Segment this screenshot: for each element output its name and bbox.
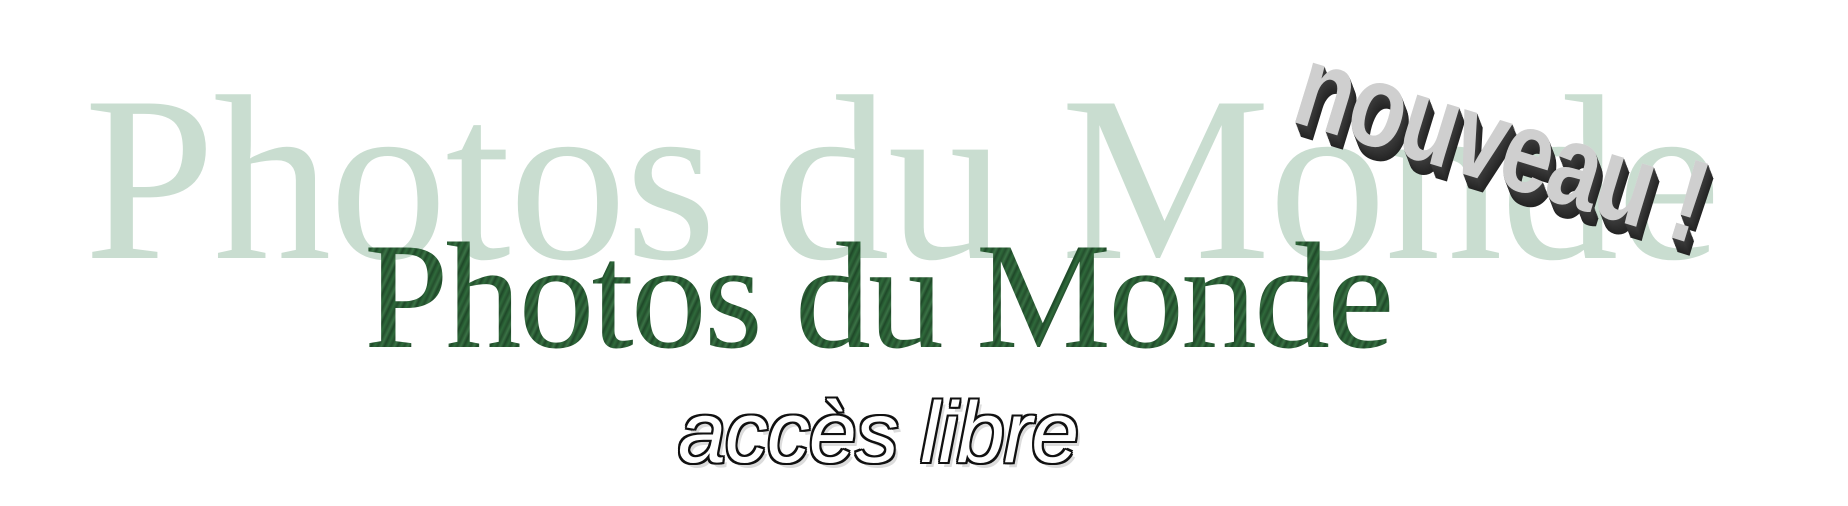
main-title: Photos du Monde [364, 212, 1395, 380]
banner: Photos du Monde Photos du Monde accès li… [0, 0, 1848, 506]
subtitle: accès libre [678, 385, 1079, 481]
